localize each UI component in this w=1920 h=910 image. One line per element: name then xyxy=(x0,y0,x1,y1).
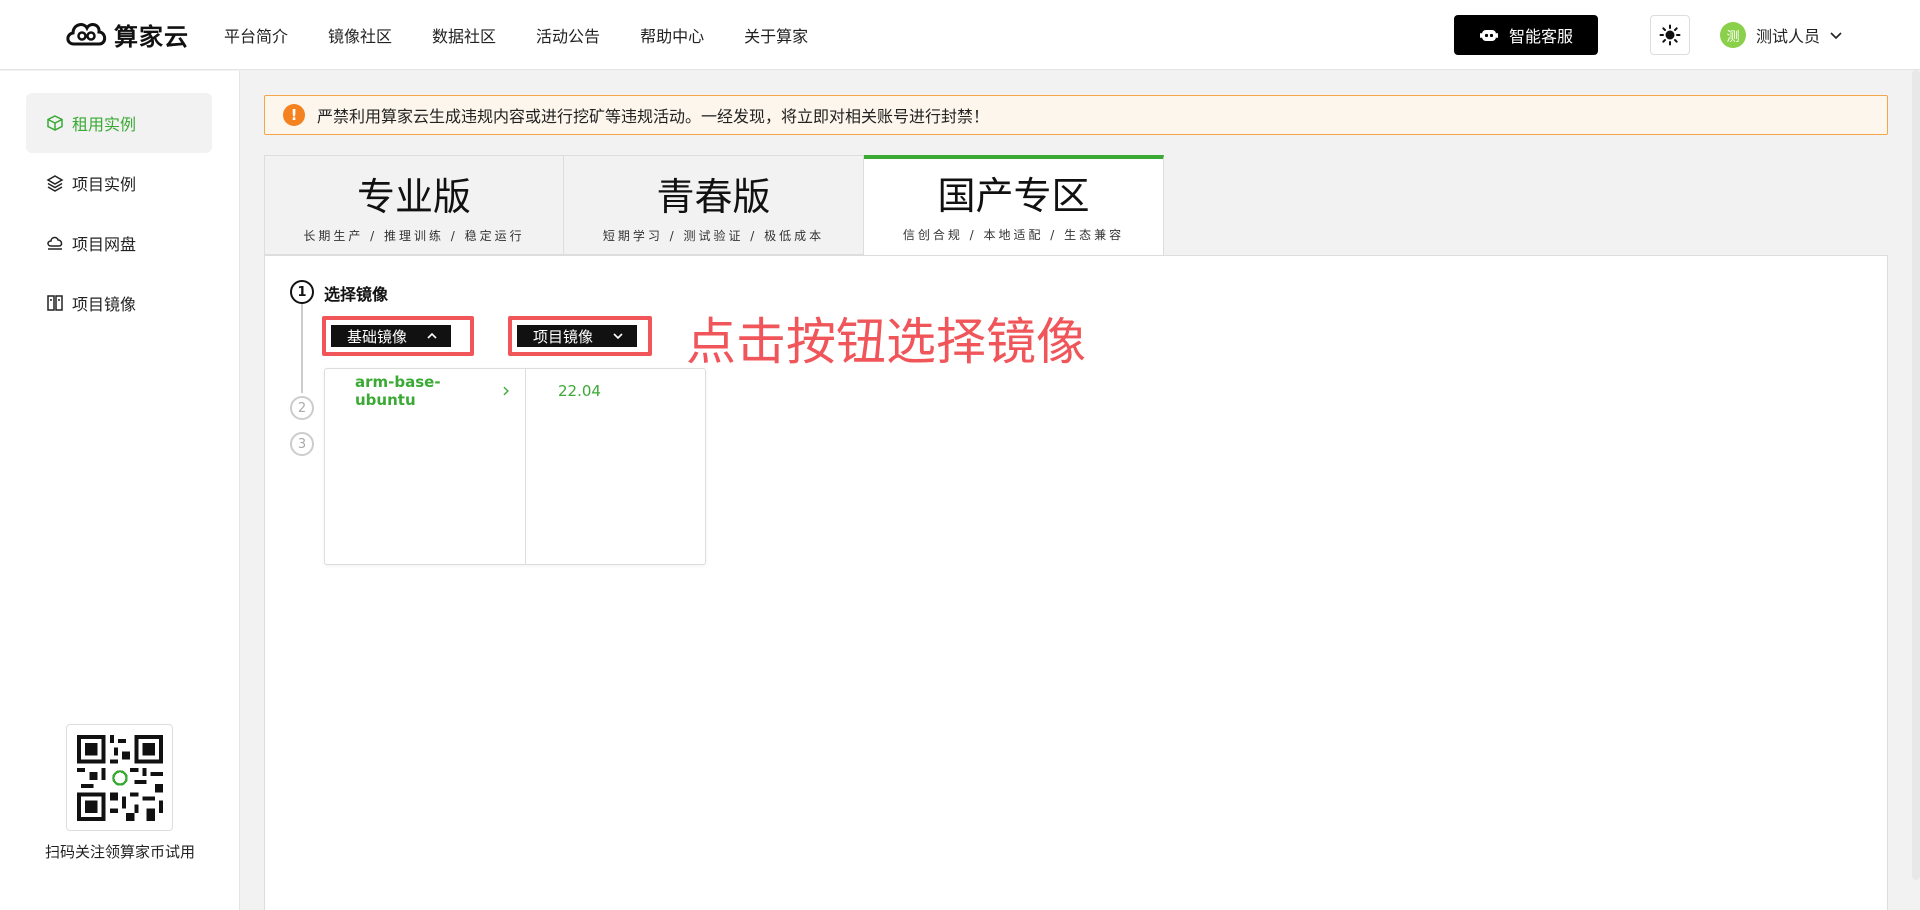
step-2-indicator: 2 xyxy=(290,396,314,420)
project-image-label: 项目镜像 xyxy=(533,327,594,346)
tab-youth[interactable]: 青春版 短期学习 / 测试验证 / 极低成本 xyxy=(564,155,864,255)
logo[interactable]: 算家云 xyxy=(62,14,189,54)
qr-caption: 扫码关注领算家币试用 xyxy=(44,843,195,861)
tab-subtitle: 长期生产 / 推理训练 / 稳定运行 xyxy=(303,229,525,243)
page-scrollbar[interactable] xyxy=(1912,70,1920,880)
avatar: 测 xyxy=(1720,22,1746,48)
layers-icon xyxy=(46,175,64,192)
box-icon xyxy=(47,115,63,131)
nav-help-center[interactable]: 帮助中心 xyxy=(640,23,704,47)
step-1-indicator: 1 xyxy=(290,280,314,304)
step-1-label: 选择镜像 xyxy=(324,285,389,304)
user-menu[interactable]: 测 测试人员 xyxy=(1720,20,1844,50)
cloud-logo-icon xyxy=(66,23,107,46)
smart-service-label: 智能客服 xyxy=(1508,27,1573,46)
base-image-button-inner: 基础镜像 xyxy=(330,324,453,348)
sidebar: 租用实例 项目实例 项目网盘 项目镜像 扫码关注领算家币试用 xyxy=(0,71,240,910)
sidebar-item-label: 项目网盘 xyxy=(72,235,137,254)
step-connector xyxy=(301,303,303,393)
version-list-column: 22.04 xyxy=(526,369,705,564)
theme-toggle-button[interactable] xyxy=(1650,15,1690,55)
base-image-button[interactable]: 基础镜像 xyxy=(322,316,474,356)
tab-title: 国产专区 xyxy=(937,174,1090,218)
sidebar-item-label: 租用实例 xyxy=(72,115,137,134)
image-cascader-menu: arm-base-ubuntu 22.04 xyxy=(324,368,706,565)
sun-icon xyxy=(1659,24,1681,46)
warning-notice: ! 严禁利用算家云生成违规内容或进行挖矿等违规活动。一经发现，将立即对相关账号进… xyxy=(264,95,1888,135)
top-header: 算家云 平台简介 镜像社区 数据社区 活动公告 帮助中心 关于算家 智能客服 测… xyxy=(0,0,1920,70)
sidebar-item-project-image[interactable]: 项目镜像 xyxy=(26,273,212,333)
nav-data-community[interactable]: 数据社区 xyxy=(432,23,496,47)
image-option-label: arm-base-ubuntu xyxy=(355,373,441,409)
sidebar-item-label: 项目镜像 xyxy=(72,295,137,314)
tab-subtitle: 信创合规 / 本地适配 / 生态兼容 xyxy=(902,228,1125,242)
chevron-down-icon xyxy=(613,333,623,340)
nav-platform-intro[interactable]: 平台简介 xyxy=(224,23,288,47)
warning-icon: ! xyxy=(283,104,305,126)
qr-code-icon xyxy=(76,734,163,821)
chevron-down-icon xyxy=(1830,32,1842,40)
nav-announcements[interactable]: 活动公告 xyxy=(536,23,600,47)
tab-domestic[interactable]: 国产专区 信创合规 / 本地适配 / 生态兼容 xyxy=(864,155,1164,256)
smart-service-button[interactable]: 智能客服 xyxy=(1454,15,1598,55)
base-image-label: 基础镜像 xyxy=(347,327,408,346)
version-option-22-04[interactable]: 22.04 xyxy=(526,369,705,413)
version-option-label: 22.04 xyxy=(558,382,601,400)
sidebar-item-project-disk[interactable]: 项目网盘 xyxy=(26,213,212,273)
sidebar-item-project-instance[interactable]: 项目实例 xyxy=(26,153,212,213)
sidebar-item-rent-instance[interactable]: 租用实例 xyxy=(26,93,212,153)
logo-text: 算家云 xyxy=(114,22,189,51)
annotation-hint: 点击按钮选择镜像 xyxy=(686,313,1086,371)
image-icon xyxy=(47,295,63,311)
tab-professional[interactable]: 专业版 长期生产 / 推理训练 / 稳定运行 xyxy=(264,155,564,255)
robot-icon xyxy=(1479,30,1498,41)
qr-code xyxy=(66,724,173,831)
image-option-arm-base-ubuntu[interactable]: arm-base-ubuntu xyxy=(325,369,525,413)
sidebar-item-label: 项目实例 xyxy=(72,175,137,194)
tab-subtitle: 短期学习 / 测试验证 / 极低成本 xyxy=(602,229,825,243)
chevron-right-icon xyxy=(503,386,510,396)
image-list-column: arm-base-ubuntu xyxy=(325,369,526,564)
nav-about[interactable]: 关于算家 xyxy=(744,23,808,47)
chevron-up-icon xyxy=(427,332,437,339)
step-3-indicator: 3 xyxy=(290,432,314,456)
project-image-button[interactable]: 项目镜像 xyxy=(508,316,652,356)
nav-image-community[interactable]: 镜像社区 xyxy=(328,23,392,47)
tab-title: 专业版 xyxy=(356,175,471,219)
user-name: 测试人员 xyxy=(1756,27,1821,46)
project-image-button-inner: 项目镜像 xyxy=(516,324,639,348)
tab-title: 青春版 xyxy=(656,175,771,219)
main-nav: 平台简介 镜像社区 数据社区 活动公告 帮助中心 关于算家 xyxy=(224,0,848,70)
notice-text: 严禁利用算家云生成违规内容或进行挖矿等违规活动。一经发现，将立即对相关账号进行封… xyxy=(317,107,990,126)
edition-tabs: 专业版 长期生产 / 推理训练 / 稳定运行 青春版 短期学习 / 测试验证 /… xyxy=(264,155,1164,256)
cloud-disk-icon xyxy=(47,236,63,250)
